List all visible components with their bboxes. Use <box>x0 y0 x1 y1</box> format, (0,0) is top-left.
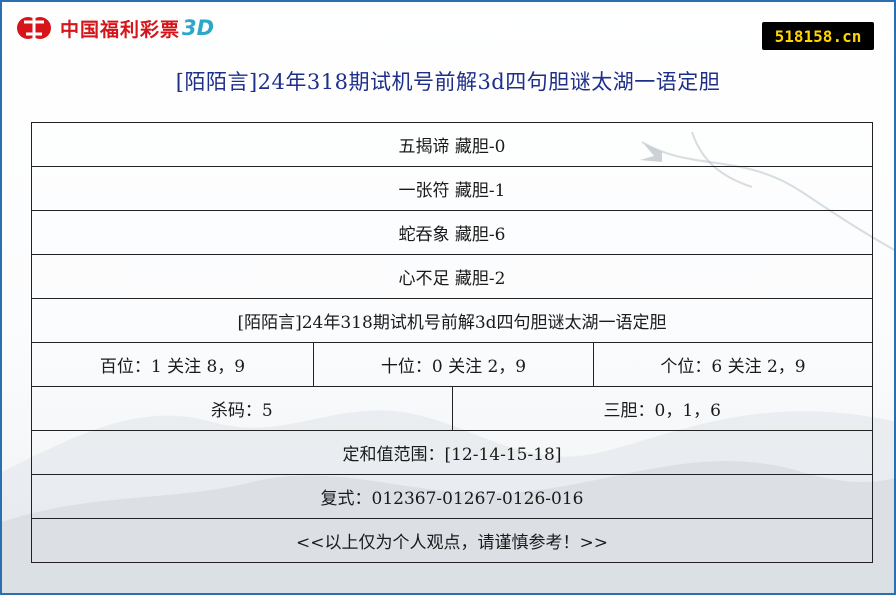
table-row: 百位：1 关注 8，9 十位：0 关注 2，9 个位：6 关注 2，9 <box>32 342 872 386</box>
lottery-logo: 中国福利彩票 3D <box>14 10 214 46</box>
riddle-cell: 蛇吞象 藏胆-6 <box>398 225 506 245</box>
table-row: 心不足 藏胆-2 <box>32 254 872 298</box>
table-row: 复式：012367-01267-0126-016 <box>32 474 872 518</box>
table-row: 杀码：5 三胆：0，1，6 <box>32 386 872 430</box>
tens-position-cell: 十位：0 关注 2，9 <box>313 343 593 386</box>
kill-code-cell: 杀码：5 <box>210 401 273 421</box>
table-row: 一张符 藏胆-1 <box>32 166 872 210</box>
disclaimer-cell: <<以上仅为个人观点，请谨慎参考！>> <box>296 533 608 553</box>
site-domain-badge: 518158.cn <box>762 22 874 50</box>
table-row: <<以上仅为个人观点，请谨慎参考！>> <box>32 518 872 563</box>
riddle-cell: 心不足 藏胆-2 <box>398 269 506 289</box>
prediction-table: 五揭谛 藏胆-0 一张符 藏胆-1 蛇吞象 藏胆-6 心不足 藏胆-2 [陌陌言… <box>31 122 873 563</box>
logo-3d-text: 3D <box>182 16 215 40</box>
table-row: 蛇吞象 藏胆-6 <box>32 210 872 254</box>
table-row: 定和值范围：[12-14-15-18] <box>32 430 872 474</box>
subtitle-cell: [陌陌言]24年318期试机号前解3d四句胆谜太湖一语定胆 <box>237 313 667 333</box>
page-title: [陌陌言]24年318期试机号前解3d四句胆谜太湖一语定胆 <box>175 70 721 94</box>
table-row: [陌陌言]24年318期试机号前解3d四句胆谜太湖一语定胆 <box>32 298 872 342</box>
riddle-cell: 一张符 藏胆-1 <box>398 181 506 201</box>
table-row: 五揭谛 藏胆-0 <box>32 122 872 166</box>
welfare-lottery-logo-icon <box>17 16 51 42</box>
three-dan-cell: 三胆：0，1，6 <box>451 387 873 430</box>
poster-frame: 中国福利彩票 3D 518158.cn [陌陌言]24年318期试机号前解3d四… <box>0 0 896 595</box>
compound-cell: 复式：012367-01267-0126-016 <box>320 489 584 509</box>
hundreds-position-cell: 百位：1 关注 8，9 <box>99 357 246 377</box>
units-position-cell: 个位：6 关注 2，9 <box>593 343 872 386</box>
riddle-cell: 五揭谛 藏胆-0 <box>398 137 506 157</box>
logo-brand-text: 中国福利彩票 <box>60 18 181 41</box>
sum-range-cell: 定和值范围：[12-14-15-18] <box>342 445 562 465</box>
